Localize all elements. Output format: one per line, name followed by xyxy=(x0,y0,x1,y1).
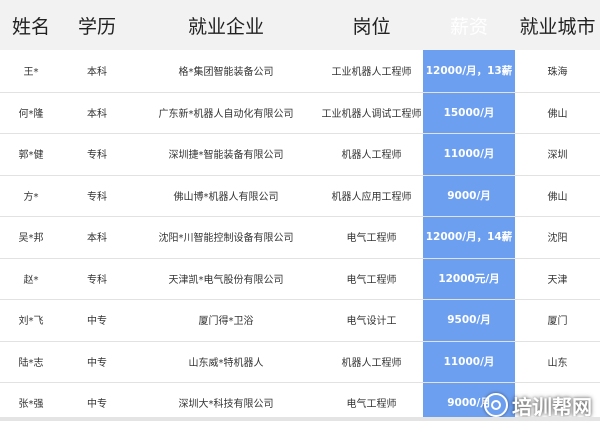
header-city: 就业城市 xyxy=(519,15,596,38)
row-divider xyxy=(0,299,600,300)
cell-position: 工业机器人工程师 xyxy=(331,67,412,79)
table-row: 吴*邦 本科 沈阳*川智能控制设备有限公司 电气工程师 12000/月，14薪 沈阳 xyxy=(0,216,600,258)
cell-company: 格*集团智能装备公司 xyxy=(178,67,274,79)
cell-city: 深圳 xyxy=(547,150,568,162)
cell-city: 佛山 xyxy=(547,191,568,203)
cell-city: 山东 xyxy=(547,357,568,369)
employment-table: 姓名 学历 就业企业 岗位 薪资 就业城市 王* 本科 格*集团智能装备公司 工业机器… xyxy=(0,0,600,421)
cell-position: 机器人应用工程师 xyxy=(331,191,412,203)
cell-name: 刘*飞 xyxy=(18,316,44,328)
header-name: 姓名 xyxy=(11,15,50,38)
cell-education: 专科 xyxy=(87,274,107,286)
watermark: 培训帮网 xyxy=(484,391,592,419)
cell-city: 珠海 xyxy=(547,67,568,79)
cell-name: 赵* xyxy=(23,274,39,286)
cell-salary: 9500/月 xyxy=(447,314,491,327)
row-divider xyxy=(0,133,600,134)
cell-position: 电气工程师 xyxy=(346,233,397,245)
cell-salary: 9000/月 xyxy=(447,189,491,202)
table-header: 姓名 学历 就业企业 岗位 薪资 就业城市 xyxy=(0,0,600,50)
table-row: 王* 本科 格*集团智能装备公司 工业机器人工程师 12000/月，13薪 珠海 xyxy=(0,50,600,92)
cell-education: 专科 xyxy=(87,191,107,203)
cell-education: 专科 xyxy=(87,150,107,162)
row-divider xyxy=(0,257,600,259)
cell-education: 本科 xyxy=(87,67,107,79)
cell-education: 中专 xyxy=(87,316,107,328)
table-row: 何*隆 本科 广东新*机器人自动化有限公司 工业机器人调试工程师 15000/月 佛山 xyxy=(0,92,600,134)
cell-company: 山东威*特机器人 xyxy=(188,357,264,369)
cell-salary: 15000/月 xyxy=(443,106,495,119)
bottom-scrollbar-track xyxy=(0,417,600,421)
header-company: 就业企业 xyxy=(187,15,264,38)
cell-education: 本科 xyxy=(87,108,107,120)
cell-city: 厦门 xyxy=(547,316,568,328)
cell-name: 何*隆 xyxy=(18,108,44,120)
cell-salary: 12000/月，14薪 xyxy=(425,231,513,244)
cell-salary: 12000元/月 xyxy=(438,272,500,285)
table-row: 陆*志 中专 山东威*特机器人 机器人工程师 11000/月 山东 xyxy=(0,341,600,383)
row-divider xyxy=(0,340,600,342)
cell-education: 本科 xyxy=(87,233,107,245)
cell-salary: 11000/月 xyxy=(443,355,495,368)
cell-name: 吴*邦 xyxy=(18,233,44,245)
table-row: 郭*健 专科 深圳捷*智能装备有限公司 机器人工程师 11000/月 深圳 xyxy=(0,133,600,175)
cell-city: 天津 xyxy=(547,274,568,286)
row-divider xyxy=(0,174,600,176)
cell-company: 厦门得*卫浴 xyxy=(198,316,254,328)
cell-company: 天津凯*电气股份有限公司 xyxy=(168,274,284,286)
cell-position: 机器人工程师 xyxy=(341,357,402,369)
cell-name: 陆*志 xyxy=(18,357,44,369)
table-row: 方* 专科 佛山博*机器人有限公司 机器人应用工程师 9000/月 佛山 xyxy=(0,175,600,217)
cell-name: 方* xyxy=(23,191,39,203)
row-divider xyxy=(0,216,600,217)
cell-salary: 12000/月，13薪 xyxy=(425,65,513,78)
row-divider xyxy=(0,382,600,383)
table-row: 赵* 专科 天津凯*电气股份有限公司 电气工程师 12000元/月 天津 xyxy=(0,258,600,300)
cell-city: 佛山 xyxy=(547,108,568,120)
header-position: 岗位 xyxy=(352,15,391,38)
row-divider xyxy=(0,91,600,93)
cell-position: 电气设计工 xyxy=(346,316,397,328)
cell-education: 中专 xyxy=(87,357,107,369)
table-row: 刘*飞 中专 厦门得*卫浴 电气设计工 9500/月 厦门 xyxy=(0,299,600,341)
cell-name: 王* xyxy=(23,67,39,79)
header-salary: 薪资 xyxy=(449,15,488,38)
watermark-text: 培训帮网 xyxy=(512,394,592,419)
cell-position: 机器人工程师 xyxy=(341,150,402,162)
header-education: 学历 xyxy=(77,15,116,38)
cell-company: 广东新*机器人自动化有限公司 xyxy=(158,108,294,120)
cell-position: 工业机器人调试工程师 xyxy=(321,108,422,120)
cell-position: 电气工程师 xyxy=(346,274,397,286)
cell-salary: 11000/月 xyxy=(443,148,495,161)
cell-company: 佛山博*机器人有限公司 xyxy=(173,191,279,203)
cell-city: 沈阳 xyxy=(547,233,568,245)
cell-name: 郭*健 xyxy=(18,150,44,162)
training-logo-icon xyxy=(484,393,508,417)
cell-company: 沈阳*川智能控制设备有限公司 xyxy=(158,233,294,245)
cell-company: 深圳捷*智能装备有限公司 xyxy=(168,150,284,162)
